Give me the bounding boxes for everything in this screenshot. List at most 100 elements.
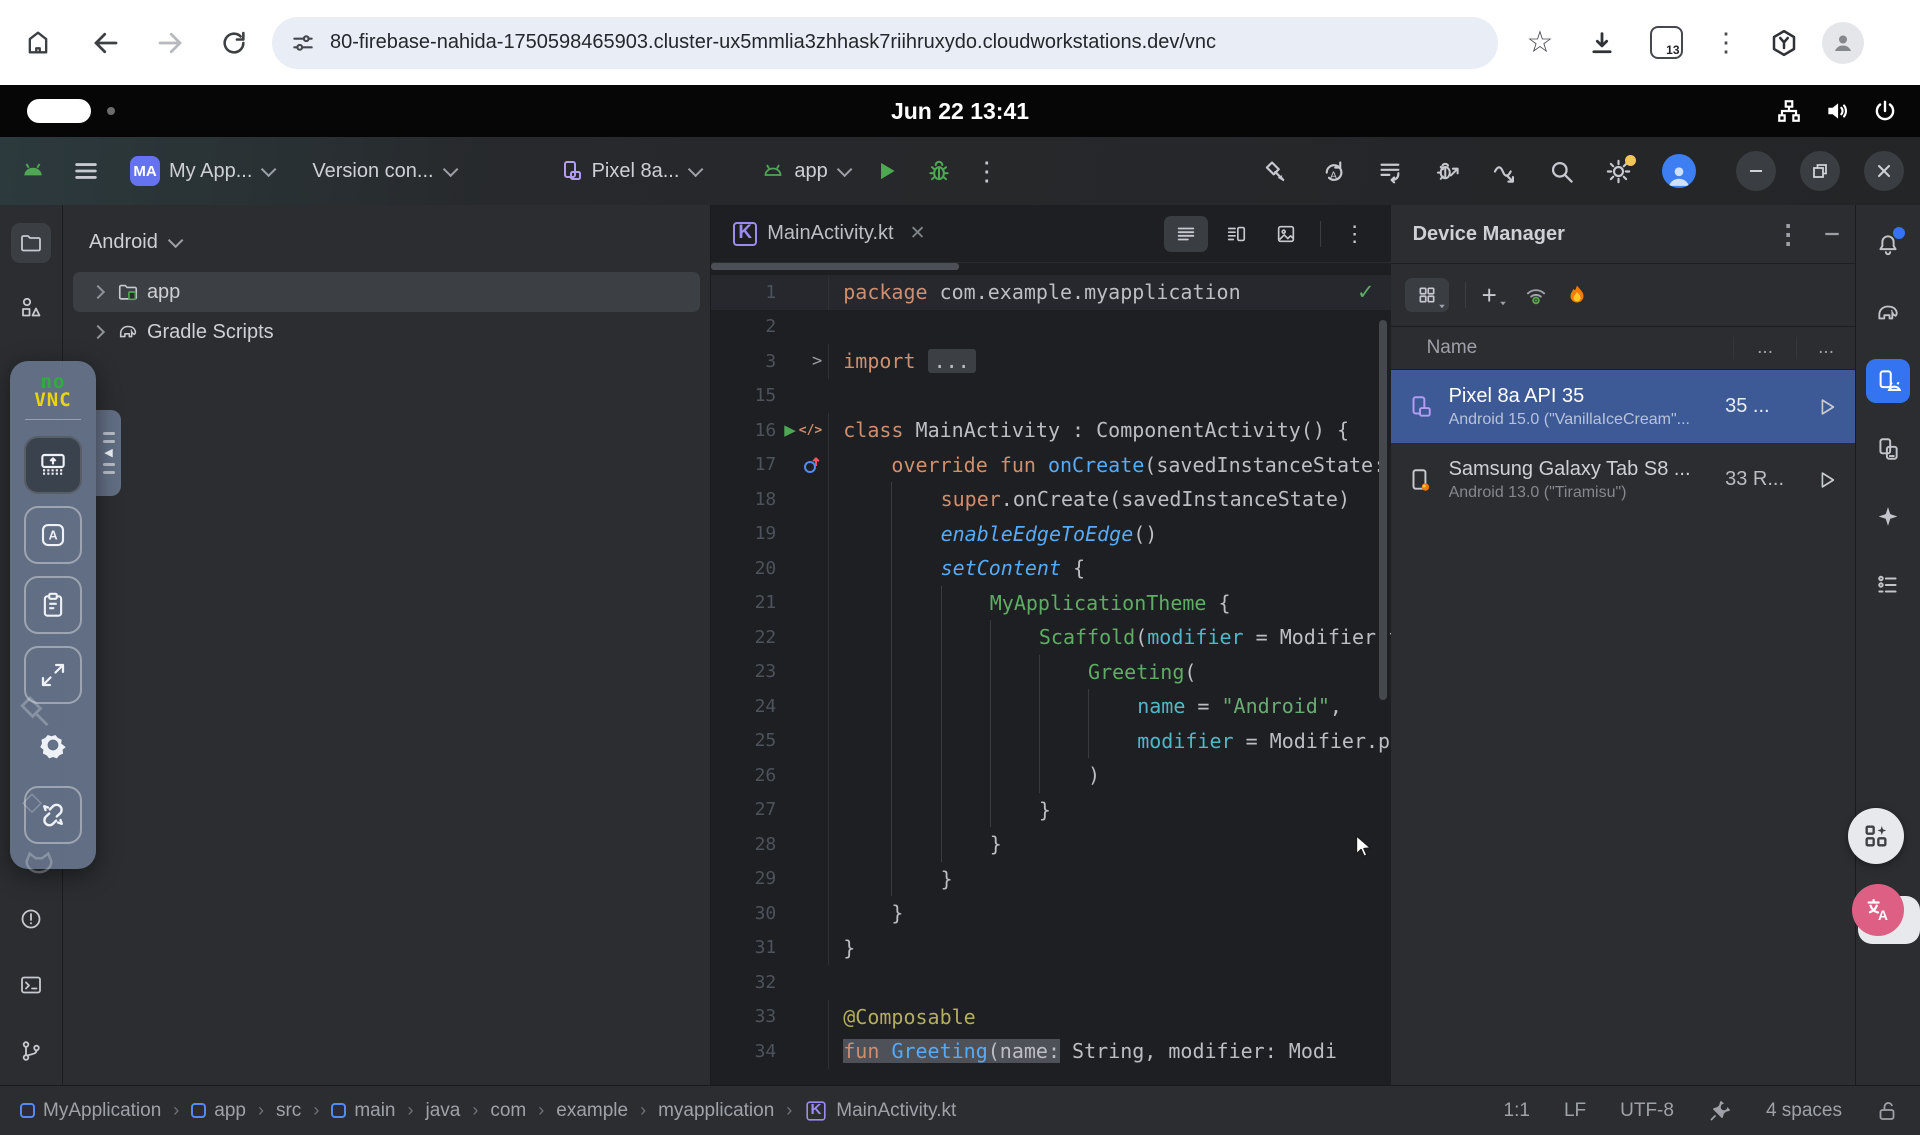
code-line[interactable]: 16▶</>class MainActivity : ComponentActi…	[711, 413, 1390, 448]
fold-expand-icon[interactable]: >	[812, 351, 822, 371]
breadcrumb-item[interactable]: MyApplication	[20, 1100, 161, 1122]
breadcrumb-item[interactable]: app	[191, 1100, 246, 1122]
minimize-button[interactable]	[1736, 151, 1776, 191]
run-more-button[interactable]: ⋮	[974, 156, 1000, 187]
device-row-samsung[interactable]: Samsung Galaxy Tab S8 ... Android 13.0 (…	[1391, 443, 1856, 516]
code-line[interactable]: 32	[711, 965, 1390, 1000]
power-icon[interactable]	[1872, 98, 1898, 124]
editor-vertical-scrollbar[interactable]	[1379, 320, 1387, 700]
override-icon[interactable]	[802, 455, 822, 475]
close-button[interactable]	[1864, 151, 1904, 191]
column-name[interactable]: Name	[1391, 337, 1734, 359]
settings-button[interactable]	[1605, 158, 1632, 185]
gradle-tool-button[interactable]	[1866, 291, 1910, 335]
search-everywhere-button[interactable]	[1548, 158, 1575, 185]
code-tag-icon[interactable]: </>	[799, 423, 822, 438]
browser-menu-button[interactable]: ⋮	[1702, 19, 1750, 67]
add-device-button[interactable]: +	[1482, 284, 1507, 306]
code-line[interactable]: 2	[711, 310, 1390, 345]
design-view-button[interactable]	[1264, 216, 1308, 252]
code-line[interactable]: 25 modifier = Modifier.padding(innerPadd…	[711, 724, 1390, 759]
download-button[interactable]	[1578, 19, 1626, 67]
tab-switcher-button[interactable]: 13	[1642, 19, 1690, 67]
code-line[interactable]: 24 name = "Android",	[711, 689, 1390, 724]
code-line[interactable]: 3>import ...	[711, 344, 1390, 379]
terminal-tool-button[interactable]	[11, 965, 51, 1005]
code-line[interactable]: 17 override fun onCreate(savedInstanceSt…	[711, 448, 1390, 483]
hide-panel-icon[interactable]	[1823, 225, 1841, 243]
structure-tool-button[interactable]	[1866, 563, 1910, 607]
reload-button[interactable]	[210, 19, 258, 67]
breadcrumb-item[interactable]: main	[331, 1100, 395, 1122]
code-line[interactable]: 33@Composable	[711, 1000, 1390, 1035]
novnc-keyboard-button[interactable]: A	[24, 506, 82, 564]
editor-options-button[interactable]: ⋮	[1333, 216, 1377, 252]
caret-position[interactable]: 1:1	[1504, 1100, 1530, 1122]
breadcrumb-item[interactable]: java	[426, 1100, 461, 1122]
run-button[interactable]	[874, 158, 900, 184]
code-line[interactable]: 15	[711, 379, 1390, 414]
project-tool-button[interactable]	[11, 223, 51, 263]
indent-setting[interactable]: 4 spaces	[1766, 1100, 1842, 1122]
translate-fab[interactable]: A	[1852, 884, 1904, 936]
breadcrumb-item[interactable]: myapplication	[658, 1100, 774, 1122]
editor-horizontal-scrollbar[interactable]	[711, 263, 959, 270]
browser-profile-avatar[interactable]	[1822, 22, 1864, 64]
code-line[interactable]: 1package com.example.myapplication✓	[711, 275, 1390, 310]
code-line[interactable]: 23 Greeting(	[711, 655, 1390, 690]
pair-wifi-button[interactable]	[1523, 282, 1549, 308]
device-row-pixel[interactable]: Pixel 8a API 35 Android 15.0 ("VanillaIc…	[1391, 370, 1856, 443]
forward-button[interactable]	[146, 19, 194, 67]
vcs-widget[interactable]: Version con...	[312, 160, 453, 183]
back-button[interactable]	[82, 19, 130, 67]
code-line[interactable]: 29 }	[711, 862, 1390, 897]
launch-device-button[interactable]	[1799, 396, 1855, 418]
bookmark-button[interactable]: ☆	[1516, 19, 1564, 67]
code-line[interactable]: 34fun Greeting(name: String, modifier: M…	[711, 1034, 1390, 1069]
device-grid-button[interactable]	[1405, 278, 1449, 312]
novnc-panel-handle[interactable]: ◀	[96, 410, 121, 496]
problems-tool-button[interactable]	[11, 899, 51, 939]
main-menu-button[interactable]	[72, 147, 100, 195]
project-view-selector[interactable]: Android	[63, 205, 710, 272]
close-tab-icon[interactable]: ✕	[910, 222, 926, 245]
file-encoding[interactable]: UTF-8	[1620, 1100, 1674, 1122]
apply-changes-button[interactable]	[1377, 158, 1404, 185]
column-actions[interactable]: ...	[1796, 337, 1855, 359]
expand-arrow-icon[interactable]	[91, 325, 105, 339]
device-selector[interactable]: Pixel 8a...	[559, 159, 700, 183]
firebase-button[interactable]	[1565, 283, 1589, 307]
profiler-button[interactable]	[1491, 158, 1518, 185]
project-row-app[interactable]: app	[73, 272, 700, 312]
column-api[interactable]: ...	[1733, 337, 1796, 359]
running-devices-button[interactable]	[1866, 427, 1910, 471]
project-row-gradle-scripts[interactable]: Gradle Scripts	[73, 312, 700, 352]
code-line[interactable]: 31}	[711, 931, 1390, 966]
code-line[interactable]: 22 Scaffold(modifier = Modifier.fillMaxS…	[711, 620, 1390, 655]
code-line[interactable]: 21 MyApplicationTheme {	[711, 586, 1390, 621]
expand-arrow-icon[interactable]	[91, 285, 105, 299]
sync-project-button[interactable]: A	[1320, 158, 1347, 185]
code-line[interactable]: 19 enableEdgeToEdge()	[711, 517, 1390, 552]
breadcrumb-item[interactable]: KMainActivity.kt	[804, 1099, 956, 1123]
breadcrumb-item[interactable]: com	[490, 1100, 526, 1122]
code-line[interactable]: 30 }	[711, 896, 1390, 931]
debug-button[interactable]	[926, 158, 952, 184]
device-manager-tool-button[interactable]	[1866, 359, 1910, 403]
line-separator[interactable]: LF	[1564, 1100, 1586, 1122]
address-bar[interactable]: 80-firebase-nahida-1750598465903.cluster…	[272, 17, 1498, 69]
split-view-button[interactable]	[1214, 216, 1258, 252]
gemini-button[interactable]	[1866, 495, 1910, 539]
panel-options-icon[interactable]: ⋮	[1775, 219, 1801, 250]
novnc-extra-keys-button[interactable]	[24, 436, 82, 494]
restore-button[interactable]	[1800, 151, 1840, 191]
code-area[interactable]: 1package com.example.myapplication✓23>im…	[711, 275, 1390, 1085]
network-icon[interactable]	[1776, 98, 1802, 124]
novnc-clipboard-button[interactable]	[24, 576, 82, 634]
build-button[interactable]	[1263, 158, 1290, 185]
run-line-icon[interactable]: ▶	[784, 421, 796, 439]
home-button[interactable]	[14, 19, 62, 67]
breadcrumb-item[interactable]: src	[276, 1100, 301, 1122]
resource-manager-button[interactable]	[11, 287, 51, 327]
notifications-button[interactable]	[1866, 223, 1910, 267]
